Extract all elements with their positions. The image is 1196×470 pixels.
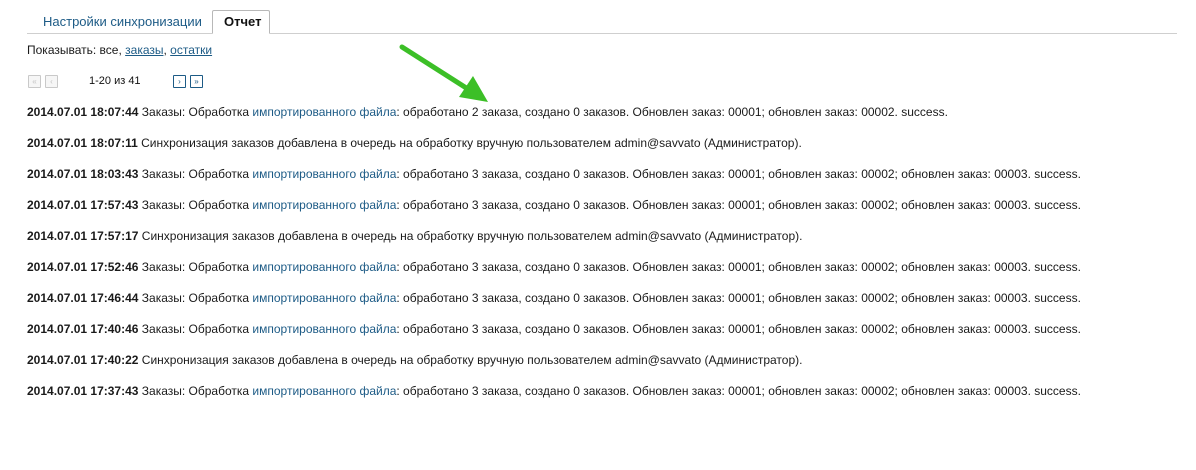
log-text: Заказы: Обработка bbox=[138, 260, 253, 274]
log-timestamp: 2014.07.01 17:37:43 bbox=[27, 384, 139, 398]
log-result: : обработано 3 заказа, создано 0 заказов… bbox=[396, 260, 1081, 274]
log-entry: 2014.07.01 18:07:11 Синхронизация заказо… bbox=[27, 135, 1107, 151]
first-page-button[interactable]: « bbox=[28, 75, 41, 88]
log-entry: 2014.07.01 17:52:46 Заказы: Обработка им… bbox=[27, 259, 1107, 275]
log-result: : обработано 3 заказа, создано 0 заказов… bbox=[396, 198, 1081, 212]
log-text: Заказы: Обработка bbox=[138, 291, 253, 305]
imported-file-link[interactable]: импортированного файла bbox=[252, 322, 396, 336]
imported-file-link[interactable]: импортированного файла bbox=[252, 167, 396, 181]
last-page-button[interactable]: » bbox=[190, 75, 203, 88]
imported-file-link[interactable]: импортированного файла bbox=[252, 198, 396, 212]
left-arrow-icon: ‹ bbox=[50, 77, 53, 86]
filter-orders-link[interactable]: заказы bbox=[125, 43, 163, 57]
log-timestamp: 2014.07.01 18:03:43 bbox=[27, 167, 139, 181]
log-text: Заказы: Обработка bbox=[138, 384, 253, 398]
double-right-arrow-icon: » bbox=[194, 77, 199, 86]
log-result: : обработано 3 заказа, создано 0 заказов… bbox=[396, 384, 1081, 398]
log-text: Синхронизация заказов добавлена в очеред… bbox=[138, 353, 803, 367]
sync-log-list: 2014.07.01 18:07:44 Заказы: Обработка им… bbox=[27, 104, 1107, 414]
log-entry: 2014.07.01 17:57:17 Синхронизация заказо… bbox=[27, 228, 1107, 244]
sync-report-page: Настройки синхронизации Отчет Показывать… bbox=[0, 0, 1196, 470]
log-result: : обработано 3 заказа, создано 0 заказов… bbox=[396, 167, 1081, 181]
log-timestamp: 2014.07.01 17:57:17 bbox=[27, 229, 139, 243]
log-entry: 2014.07.01 18:07:44 Заказы: Обработка им… bbox=[27, 104, 1107, 120]
page-range-info: 1-20 из 41 bbox=[89, 75, 141, 87]
show-filter: Показывать: все, заказы, остатки bbox=[27, 43, 212, 58]
log-text: Заказы: Обработка bbox=[138, 167, 253, 181]
log-entry: 2014.07.01 17:40:46 Заказы: Обработка им… bbox=[27, 321, 1107, 337]
double-left-arrow-icon: « bbox=[32, 77, 37, 86]
log-text: Заказы: Обработка bbox=[138, 198, 253, 212]
log-timestamp: 2014.07.01 18:07:44 bbox=[27, 105, 139, 119]
log-entry: 2014.07.01 17:57:43 Заказы: Обработка им… bbox=[27, 197, 1107, 213]
log-entry: 2014.07.01 17:40:22 Синхронизация заказо… bbox=[27, 352, 1107, 368]
log-text: Синхронизация заказов добавлена в очеред… bbox=[137, 136, 802, 150]
filter-stock-link[interactable]: остатки bbox=[170, 43, 212, 57]
imported-file-link[interactable]: импортированного файла bbox=[252, 291, 396, 305]
green-arrow-annotation bbox=[399, 44, 488, 102]
log-timestamp: 2014.07.01 17:52:46 bbox=[27, 260, 139, 274]
log-entry: 2014.07.01 17:37:43 Заказы: Обработка им… bbox=[27, 383, 1107, 399]
log-timestamp: 2014.07.01 17:46:44 bbox=[27, 291, 139, 305]
log-entry: 2014.07.01 17:46:44 Заказы: Обработка им… bbox=[27, 290, 1107, 306]
imported-file-link[interactable]: импортированного файла bbox=[252, 260, 396, 274]
imported-file-link[interactable]: импортированного файла bbox=[252, 384, 396, 398]
tab-bar: Настройки синхронизации Отчет bbox=[27, 10, 1177, 34]
filter-prefix: Показывать: все, bbox=[27, 43, 126, 57]
log-timestamp: 2014.07.01 17:40:46 bbox=[27, 322, 139, 336]
log-result: : обработано 3 заказа, создано 0 заказов… bbox=[396, 291, 1081, 305]
log-result: : обработано 3 заказа, создано 0 заказов… bbox=[396, 322, 1081, 336]
tab-sync-settings[interactable]: Настройки синхронизации bbox=[32, 10, 207, 32]
log-timestamp: 2014.07.01 17:40:22 bbox=[27, 353, 139, 367]
right-arrow-icon: › bbox=[178, 77, 181, 86]
log-text: Заказы: Обработка bbox=[138, 322, 253, 336]
tab-report[interactable]: Отчет bbox=[212, 10, 270, 34]
imported-file-link[interactable]: импортированного файла bbox=[252, 105, 396, 119]
log-timestamp: 2014.07.01 18:07:11 bbox=[27, 136, 138, 150]
log-text: Синхронизация заказов добавлена в очеред… bbox=[138, 229, 803, 243]
prev-page-button[interactable]: ‹ bbox=[45, 75, 58, 88]
log-timestamp: 2014.07.01 17:57:43 bbox=[27, 198, 139, 212]
log-result: : обработано 2 заказа, создано 0 заказов… bbox=[396, 105, 948, 119]
next-page-button[interactable]: › bbox=[173, 75, 186, 88]
log-text: Заказы: Обработка bbox=[138, 105, 253, 119]
log-entry: 2014.07.01 18:03:43 Заказы: Обработка им… bbox=[27, 166, 1107, 182]
